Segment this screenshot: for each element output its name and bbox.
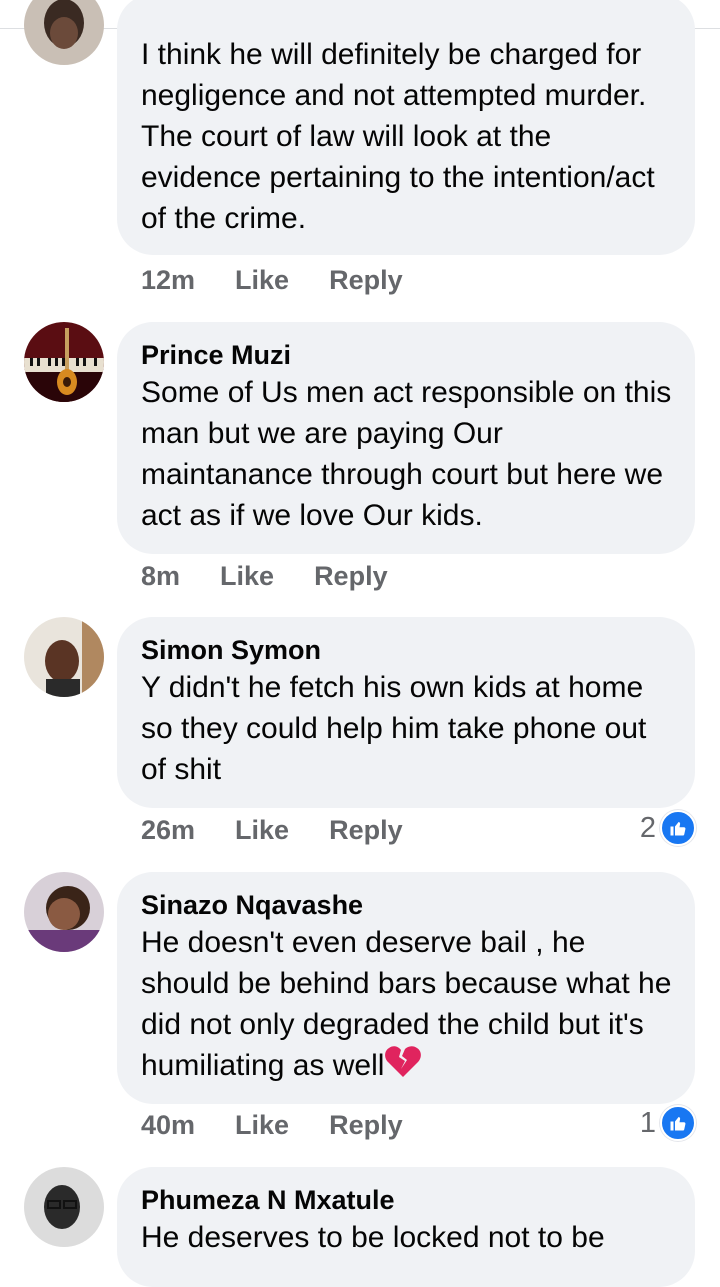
avatar[interactable] — [24, 872, 104, 952]
comment-time[interactable]: 12m — [141, 264, 195, 296]
comment-bubble: I think he will definitely be charged fo… — [117, 0, 695, 255]
avatar-photo — [24, 322, 104, 402]
comment-text-wrap: He doesn't even deserve bail , he should… — [141, 922, 675, 1086]
comment-bubble: Prince Muzi Some of Us men act responsib… — [117, 322, 695, 554]
comment-time[interactable]: 40m — [141, 1109, 195, 1141]
comment-actions: 8m Like Reply — [141, 560, 388, 592]
avatar[interactable] — [24, 1167, 104, 1247]
comment-bubble: Phumeza N Mxatule He deserves to be lock… — [117, 1167, 695, 1287]
reply-button[interactable]: Reply — [329, 264, 403, 296]
reply-button[interactable]: Reply — [329, 814, 403, 846]
like-button[interactable]: Like — [235, 814, 289, 846]
avatar-photo — [24, 0, 104, 65]
comment-author[interactable]: Sinazo Nqavashe — [141, 888, 675, 922]
comment-actions: 12m Like Reply — [141, 264, 403, 296]
comment-text: He deserves to be locked not to be — [141, 1221, 605, 1254]
avatar-photo — [24, 872, 104, 952]
thumbs-up-icon — [660, 1105, 696, 1141]
reaction-summary[interactable]: 1 — [640, 1105, 696, 1141]
comment-author[interactable]: Phumeza N Mxatule — [141, 1183, 675, 1217]
comment-actions: 26m Like Reply — [141, 814, 403, 846]
comment-bubble: Simon Symon Y didn't he fetch his own ki… — [117, 617, 695, 808]
reaction-summary[interactable]: 2 — [640, 810, 696, 846]
broken-heart-icon — [385, 1046, 422, 1077]
comment-bubble: Sinazo Nqavashe He doesn't even deserve … — [117, 872, 695, 1104]
comment-author[interactable]: Simon Symon — [141, 633, 675, 667]
comment-text: I think he will definitely be charged fo… — [141, 38, 655, 235]
reply-button[interactable]: Reply — [329, 1109, 403, 1141]
avatar[interactable] — [24, 322, 104, 402]
like-button[interactable]: Like — [235, 264, 289, 296]
comment-time[interactable]: 26m — [141, 814, 195, 846]
comment-time[interactable]: 8m — [141, 560, 180, 592]
reply-button[interactable]: Reply — [314, 560, 388, 592]
comment-text: Some of Us men act responsible on this m… — [141, 376, 672, 532]
avatar-photo — [24, 617, 104, 697]
comment-actions: 40m Like Reply — [141, 1109, 403, 1141]
avatar[interactable] — [24, 617, 104, 697]
reaction-count: 2 — [639, 811, 656, 844]
avatar-photo — [24, 1167, 104, 1247]
like-button[interactable]: Like — [235, 1109, 289, 1141]
like-button[interactable]: Like — [220, 560, 274, 592]
reaction-count: 1 — [639, 1106, 656, 1139]
thumbs-up-icon — [660, 810, 696, 846]
comment-text: Y didn't he fetch his own kids at home s… — [141, 671, 647, 786]
comment-author[interactable]: Prince Muzi — [141, 338, 675, 372]
avatar[interactable] — [24, 0, 104, 65]
